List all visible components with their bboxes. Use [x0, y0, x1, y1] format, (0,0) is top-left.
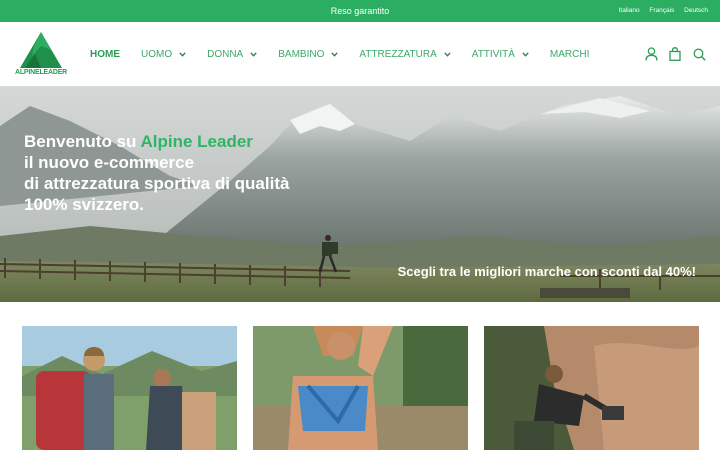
nav-label: ATTIVITÀ	[471, 48, 515, 60]
nav-item-home[interactable]: HOME	[90, 49, 120, 60]
language-switcher: Italiano Français Deutsch	[611, 0, 708, 22]
shopping-bag-icon[interactable]	[668, 46, 682, 62]
hero-line2: il nuovo e-commerce	[24, 153, 195, 172]
nav-item-attrezzatura[interactable]: ATTREZZATURA	[359, 48, 451, 60]
climber-image	[484, 326, 699, 450]
hero-line3: di attrezzatura sportiva di qualità	[24, 174, 290, 193]
hero-tagline: Scegli tra le migliori marche con sconti…	[397, 264, 696, 279]
category-card-hiking[interactable]	[22, 326, 237, 450]
nav-label: HOME	[90, 48, 120, 60]
language-francais[interactable]: Français	[649, 7, 674, 14]
chevron-down-icon	[522, 49, 529, 60]
hero-brand-name: Alpine Leader	[140, 132, 253, 151]
nav-label: ATTREZZATURA	[359, 48, 437, 60]
chevron-down-icon	[250, 49, 257, 60]
category-card-fitness[interactable]	[253, 326, 468, 450]
nav-label: BAMBINO	[278, 48, 325, 60]
chevron-down-icon	[444, 49, 451, 60]
hero-line4: 100% svizzero.	[24, 195, 145, 214]
search-icon[interactable]	[692, 46, 706, 62]
chevron-down-icon	[331, 49, 339, 60]
category-cards	[0, 326, 720, 450]
top-promo-bar: Reso garantito Italiano Français Deutsch	[0, 0, 720, 22]
site-header: ALPINELEADER HOME UOMO DONNA BAMBINO ATT…	[0, 22, 720, 86]
mountain-logo-icon	[20, 32, 62, 68]
nav-item-uomo[interactable]: UOMO	[141, 49, 186, 60]
nav-label: UOMO	[141, 48, 173, 60]
chevron-down-icon	[179, 49, 186, 60]
hero-banner: Benvenuto su Alpine Leader il nuovo e-co…	[0, 86, 720, 302]
hero-line1-prefix: Benvenuto su	[24, 132, 141, 151]
user-icon[interactable]	[644, 46, 658, 62]
hero-headline: Benvenuto su Alpine Leader il nuovo e-co…	[24, 131, 289, 215]
category-card-climbing[interactable]	[484, 326, 699, 450]
language-deutsch[interactable]: Deutsch	[684, 7, 708, 14]
woman-sport-image	[253, 326, 468, 450]
header-actions	[634, 44, 706, 64]
nav-item-attivita[interactable]: ATTIVITÀ	[472, 49, 529, 60]
nav-item-donna[interactable]: DONNA	[207, 49, 257, 60]
main-navigation: HOME UOMO DONNA BAMBINO ATTREZZATURA ATT…	[90, 22, 610, 86]
nav-item-marchi[interactable]: MARCHI	[550, 49, 589, 60]
site-logo[interactable]: ALPINELEADER	[14, 32, 68, 78]
nav-label: DONNA	[207, 48, 244, 60]
hiking-couple-image	[22, 326, 237, 450]
language-italiano[interactable]: Italiano	[619, 7, 640, 14]
nav-label: MARCHI	[549, 48, 590, 60]
nav-item-bambino[interactable]: BAMBINO	[278, 48, 339, 60]
logo-wordmark: ALPINELEADER	[14, 69, 68, 76]
